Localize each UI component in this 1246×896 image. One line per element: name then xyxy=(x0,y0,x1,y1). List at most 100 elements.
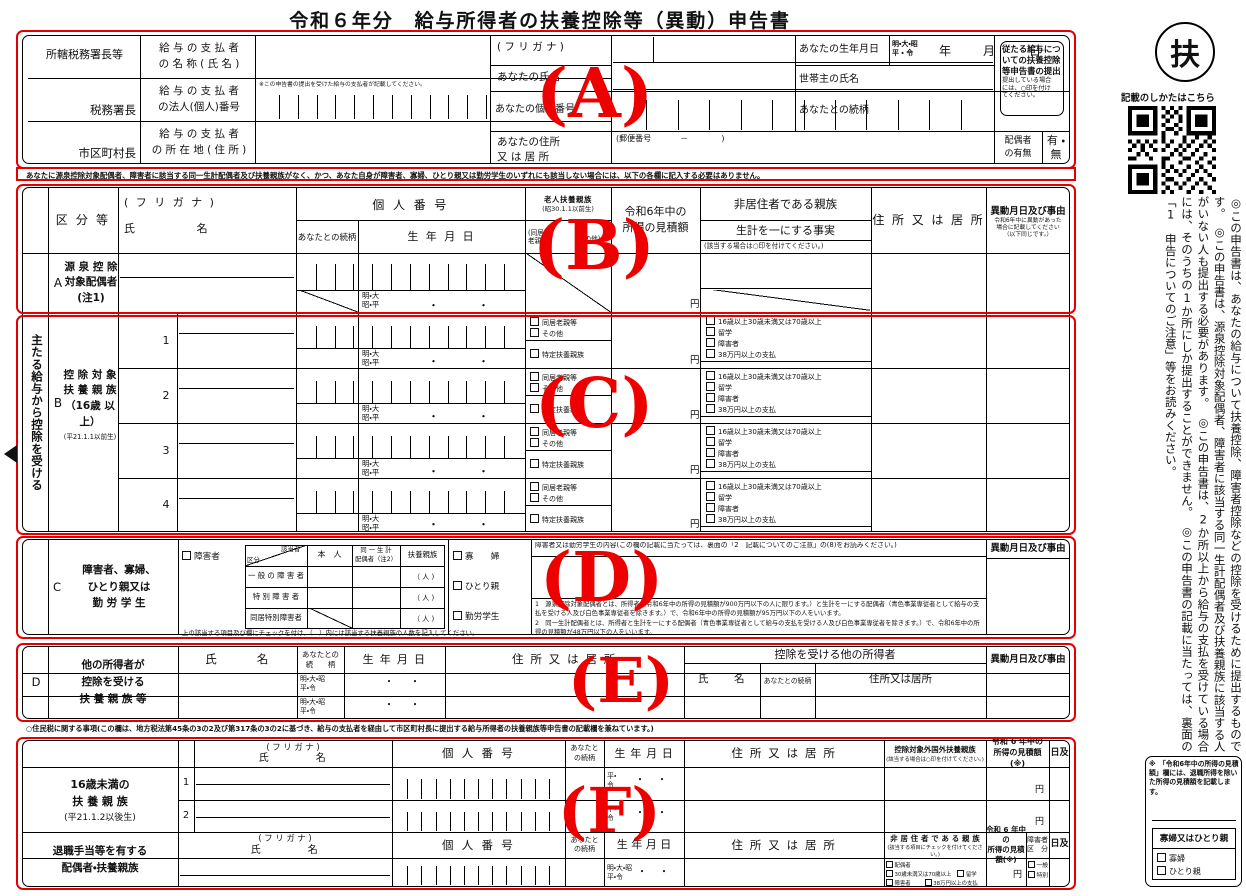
rowB-change-input-1[interactable] xyxy=(988,315,1068,365)
checkbox-icon[interactable] xyxy=(530,317,539,326)
rowB-my-number-input-3[interactable] xyxy=(298,436,523,458)
check-tokutei-2[interactable]: 特定扶養親族 xyxy=(530,404,584,415)
check-sonota-2[interactable]: その他 xyxy=(530,383,610,394)
rowA-birth-input[interactable] xyxy=(358,291,525,313)
rowB-nonresident-checks-4[interactable]: 16歳以上30歳未満又は70歳以上 留学 障害者 38万円以上の支払 xyxy=(706,481,866,525)
householder-input[interactable] xyxy=(797,66,993,90)
check-dokyo-1[interactable]: 同居老親等 xyxy=(530,317,610,328)
checkbox-icon[interactable] xyxy=(706,371,715,380)
check-tokutei-4[interactable]: 特定扶養親族 xyxy=(530,514,584,525)
checkbox-icon[interactable] xyxy=(530,383,539,392)
checkbox-icon[interactable] xyxy=(886,870,893,877)
under16-my-number-input-2[interactable] xyxy=(394,812,563,831)
checkbox-icon[interactable] xyxy=(706,514,715,523)
rowB-nonresident-checks-3[interactable]: 16歳以上30歳未満又は70歳以上 留学 障害者 38万円以上の支払 xyxy=(706,426,866,470)
check-single-parent[interactable]: ひとり親 xyxy=(453,581,499,594)
check-sonota-4[interactable]: その他 xyxy=(530,493,610,504)
checkbox-icon[interactable] xyxy=(706,503,715,512)
checkbox-icon[interactable] xyxy=(182,551,191,560)
checkbox-icon[interactable] xyxy=(1157,866,1166,875)
rowB-name-input-4[interactable] xyxy=(179,500,294,531)
nr-check-age-3[interactable]: 16歳以上30歳未満又は70歳以上 xyxy=(706,426,866,437)
dis-general[interactable]: 一般 xyxy=(1028,861,1050,871)
checkbox-icon[interactable] xyxy=(453,551,462,560)
nr-check-age-2[interactable]: 16歳以上30歳未満又は70歳以上 xyxy=(706,371,866,382)
check-disabled[interactable]: 障害者 xyxy=(182,551,220,564)
checkbox-icon[interactable] xyxy=(706,393,715,402)
rowB-change-input-3[interactable] xyxy=(988,425,1068,475)
retirement-change-input[interactable] xyxy=(1051,860,1069,886)
nr-check-study-2[interactable]: 留学 xyxy=(706,382,866,393)
rowB-income-input-1[interactable] xyxy=(613,315,698,365)
rowB-elderly-checks-2[interactable]: 同居老親等 その他 xyxy=(530,372,610,394)
rowB-income-input-2[interactable] xyxy=(613,370,698,420)
rowA-name-input[interactable] xyxy=(120,279,294,312)
payer-corp-no-input[interactable] xyxy=(261,95,505,119)
section-d-other-address-input-1[interactable] xyxy=(817,675,984,695)
section-d-name-input-2[interactable] xyxy=(180,698,295,718)
rowB-income-input-4[interactable] xyxy=(613,480,698,530)
nr-check-study-3[interactable]: 留学 xyxy=(706,437,866,448)
nr-check-pay-1[interactable]: 38万円以上の支払 xyxy=(706,349,866,360)
checkbox-icon[interactable] xyxy=(1157,853,1166,862)
checkbox-icon[interactable] xyxy=(706,327,715,336)
relation-input[interactable] xyxy=(890,92,993,130)
checkbox-icon[interactable] xyxy=(706,316,715,325)
rowB-address-input-2[interactable] xyxy=(873,370,984,420)
check-dokyo-4[interactable]: 同居老親等 xyxy=(530,482,610,493)
rowB-elderly-checks-3[interactable]: 同居老親等 その他 xyxy=(530,427,610,449)
under16-change-input-1[interactable] xyxy=(1051,769,1069,799)
checkbox-icon[interactable] xyxy=(924,879,932,886)
qr-code[interactable] xyxy=(1128,106,1216,194)
rowA-income-input[interactable] xyxy=(613,255,698,311)
nr-check-age-4[interactable]: 16歳以上30歳未満又は70歳以上 xyxy=(706,481,866,492)
rowB-change-input-2[interactable] xyxy=(988,370,1068,420)
nr-r-age[interactable]: 30歳未満又は70歳以上 留学 xyxy=(886,870,984,879)
rowB-change-input-4[interactable] xyxy=(988,480,1068,530)
under16-address-input-2[interactable] xyxy=(686,802,882,831)
under16-address-input-1[interactable] xyxy=(686,769,882,799)
grid-count-3[interactable]: （ 人 ) xyxy=(413,615,434,624)
your-address-input[interactable] xyxy=(613,146,993,164)
birth-input[interactable] xyxy=(900,38,992,62)
nr-check-pay-3[interactable]: 38万円以上の支払 xyxy=(706,459,866,470)
check-widow[interactable]: 寡 婦 xyxy=(453,551,499,564)
section-d-change-input-2[interactable] xyxy=(988,698,1068,718)
retirement-my-number-input[interactable] xyxy=(394,866,563,885)
rowB-address-input-4[interactable] xyxy=(873,480,984,530)
rowA-change-input[interactable] xyxy=(988,255,1068,311)
nr-check-age-1[interactable]: 16歳以上30歳未満又は70歳以上 xyxy=(706,316,866,327)
under16-name-input-1[interactable] xyxy=(196,770,390,785)
section-c-detail-input[interactable] xyxy=(533,558,984,598)
checkbox-icon[interactable] xyxy=(530,372,539,381)
nr-check-pay-2[interactable]: 38万円以上の支払 xyxy=(706,404,866,415)
check-sonota-3[interactable]: その他 xyxy=(530,438,610,449)
section-d-change-input-1[interactable] xyxy=(988,675,1068,695)
section-d-name-input-1[interactable] xyxy=(180,675,295,695)
checkbox-icon[interactable] xyxy=(530,328,539,337)
checkbox-icon[interactable] xyxy=(706,426,715,435)
rowB-address-input-3[interactable] xyxy=(873,425,984,475)
checkbox-icon[interactable] xyxy=(530,349,539,358)
checkbox-icon[interactable] xyxy=(530,514,539,523)
payer-name-input[interactable] xyxy=(256,36,510,77)
rowB-name-input-3[interactable] xyxy=(179,445,294,477)
checkbox-icon[interactable] xyxy=(530,438,539,447)
section-d-address-input-1[interactable] xyxy=(447,675,682,695)
section-c-change-input[interactable] xyxy=(988,560,1068,632)
rowB-income-input-3[interactable] xyxy=(613,425,698,475)
checkbox-icon[interactable] xyxy=(886,861,893,868)
rowB-nonresident-checks-1[interactable]: 16歳以上30歳未満又は70歳以上 留学 障害者 38万円以上の支払 xyxy=(706,316,866,360)
nr-check-disabled-3[interactable]: 障害者 xyxy=(706,448,866,459)
check-tokutei-3[interactable]: 特定扶養親族 xyxy=(530,459,584,470)
grid-count-1[interactable]: （ 人 ) xyxy=(413,573,434,582)
rowB-my-number-input-1[interactable] xyxy=(298,326,523,348)
grid-count-2[interactable]: （ 人 ) xyxy=(413,594,434,603)
checkbox-icon[interactable] xyxy=(530,493,539,502)
rowB-address-input-1[interactable] xyxy=(873,315,984,365)
check-dokyo-3[interactable]: 同居老親等 xyxy=(530,427,610,438)
rowB-name-input-1[interactable] xyxy=(179,335,294,367)
nr-check-study-1[interactable]: 留学 xyxy=(706,327,866,338)
retirement-nonresident-checks[interactable]: 配偶者 30歳未満又は70歳以上 留学 障害者 38万円以上の支払 xyxy=(886,861,984,888)
widow-option-2[interactable]: ひとり親 xyxy=(1157,865,1201,878)
